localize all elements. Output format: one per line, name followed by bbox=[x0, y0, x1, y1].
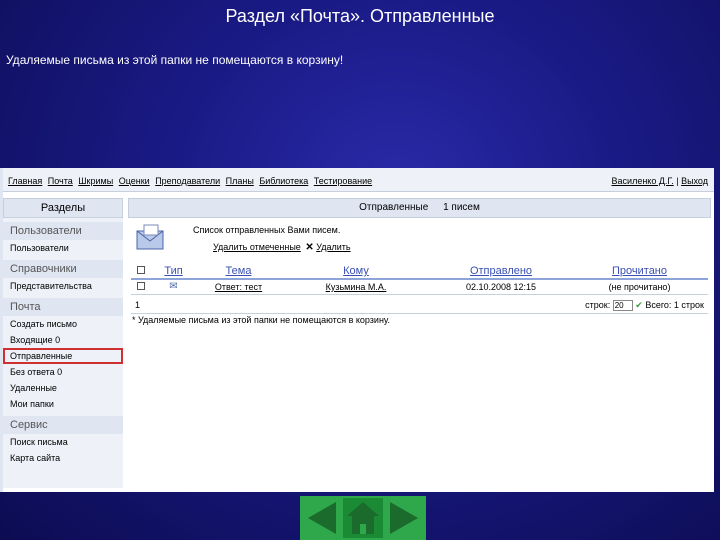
previous-arrow-icon[interactable] bbox=[302, 498, 342, 538]
actions-bar: Удалить отмеченные ✕ Удалить bbox=[213, 242, 353, 253]
page-number[interactable]: 1 bbox=[135, 300, 140, 310]
check-icon[interactable]: ✔ bbox=[635, 300, 643, 310]
nav-link-teachers[interactable]: Преподаватели bbox=[155, 176, 220, 186]
sidebar-group-service: Сервис bbox=[3, 416, 123, 434]
select-all-checkbox[interactable] bbox=[137, 266, 145, 274]
user-link[interactable]: Василенко Д.Г. bbox=[612, 176, 674, 186]
total-rows: Всего: 1 строк bbox=[645, 300, 704, 310]
column-subject[interactable]: Тема bbox=[196, 264, 281, 280]
column-read[interactable]: Прочитано bbox=[571, 264, 708, 280]
message-count: 1 писем bbox=[443, 202, 480, 213]
column-type[interactable]: Тип bbox=[151, 264, 196, 280]
home-icon[interactable] bbox=[343, 498, 383, 538]
main-header: Отправленные 1 писем bbox=[128, 198, 711, 218]
message-sent-date: 02.10.2008 12:15 bbox=[431, 279, 571, 295]
delete-link[interactable]: Удалить bbox=[316, 242, 350, 252]
sidebar-item-search[interactable]: Поиск письма bbox=[3, 434, 123, 450]
delete-selected-link[interactable]: Удалить отмеченные bbox=[213, 242, 301, 252]
sidebar-item-unanswered[interactable]: Без ответа 0 bbox=[3, 364, 123, 380]
folder-title: Отправленные bbox=[359, 202, 429, 213]
app-screenshot: Главная Почта Шкримы Оценки Преподавател… bbox=[0, 168, 714, 492]
logout-link[interactable]: Выход bbox=[681, 176, 708, 186]
sidebar-group-mail: Почта bbox=[3, 298, 123, 316]
message-read-status: (не прочитано) bbox=[571, 279, 708, 295]
footer-note: * Удаляемые письма из этой папки не поме… bbox=[132, 315, 391, 325]
rows-per-page-input[interactable] bbox=[612, 300, 633, 312]
row-checkbox[interactable] bbox=[137, 281, 145, 290]
column-sent[interactable]: Отправлено bbox=[431, 264, 571, 280]
top-navigation: Главная Почта Шкримы Оценки Преподавател… bbox=[3, 168, 714, 192]
envelope-icon bbox=[136, 224, 164, 250]
pager: 1 строк: ✔ Всего: 1 строк bbox=[131, 298, 708, 314]
nav-link-library[interactable]: Библиотека bbox=[259, 176, 308, 186]
next-arrow-icon[interactable] bbox=[384, 498, 424, 538]
nav-link-forms[interactable]: Шкримы bbox=[78, 176, 113, 186]
messages-table: Тип Тема Кому Отправлено Прочитано ✉ Отв… bbox=[131, 264, 708, 295]
sidebar-group-directories: Справочники bbox=[3, 260, 123, 278]
table-header-row: Тип Тема Кому Отправлено Прочитано bbox=[131, 264, 708, 280]
sidebar-item-users[interactable]: Пользователи bbox=[3, 240, 123, 256]
sidebar-item-compose[interactable]: Создать письмо bbox=[3, 316, 123, 332]
close-icon: ✕ bbox=[305, 242, 314, 253]
slide-navigation bbox=[300, 496, 426, 540]
sidebar-item-my-folders[interactable]: Мои папки bbox=[3, 396, 123, 412]
message-recipient[interactable]: Кузьмина М.А. bbox=[281, 279, 431, 295]
sidebar-title: Разделы bbox=[3, 198, 123, 218]
nav-link-testing[interactable]: Тестирование bbox=[314, 176, 372, 186]
rows-label: строк: bbox=[585, 300, 611, 310]
message-subject[interactable]: Ответ: тест bbox=[196, 279, 281, 295]
slide-note: Удаляемые письма из этой папки не помеща… bbox=[6, 53, 344, 67]
slide-title: Раздел «Почта». Отправленные bbox=[225, 6, 495, 26]
sidebar-item-sitemap[interactable]: Карта сайта bbox=[3, 450, 123, 466]
sidebar-group-users: Пользователи bbox=[3, 222, 123, 240]
message-type-icon: ✉ bbox=[151, 279, 196, 295]
table-row[interactable]: ✉ Ответ: тест Кузьмина М.А. 02.10.2008 1… bbox=[131, 279, 708, 295]
sidebar-item-sent[interactable]: Отправленные bbox=[3, 348, 123, 364]
nav-link-plans[interactable]: Планы bbox=[226, 176, 254, 186]
main-panel: Отправленные 1 писем Список отправленных… bbox=[128, 198, 711, 328]
sidebar-item-deleted[interactable]: Удаленные bbox=[3, 380, 123, 396]
folder-description: Список отправленных Вами писем. bbox=[193, 225, 341, 235]
sidebar: Разделы Пользователи Пользователи Справо… bbox=[3, 198, 123, 488]
sidebar-item-inbox[interactable]: Входящие 0 bbox=[3, 332, 123, 348]
sidebar-item-offices[interactable]: Представительства bbox=[3, 278, 123, 294]
nav-link-mail[interactable]: Почта bbox=[48, 176, 73, 186]
column-to[interactable]: Кому bbox=[281, 264, 431, 280]
nav-link-home[interactable]: Главная bbox=[8, 176, 42, 186]
nav-link-grades[interactable]: Оценки bbox=[119, 176, 150, 186]
